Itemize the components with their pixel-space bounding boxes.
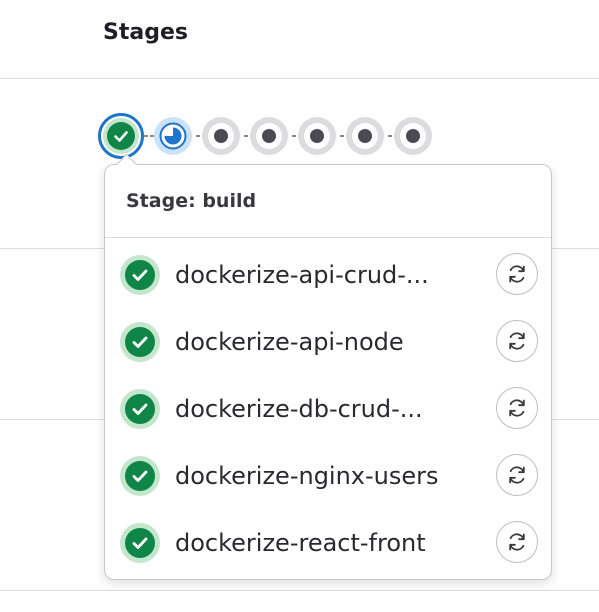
job-name[interactable]: dockerize-db-crud-... xyxy=(175,395,423,423)
pending-icon xyxy=(310,129,324,143)
success-status-icon xyxy=(120,456,160,496)
success-status-icon xyxy=(120,255,160,295)
retry-job-button[interactable] xyxy=(496,454,538,496)
stage-7-button[interactable] xyxy=(390,113,436,159)
stage-3-button[interactable] xyxy=(198,113,244,159)
stage-jobs-popover: Stage: build dockerize-api-crud-... dock… xyxy=(104,153,552,580)
stage-2-button[interactable] xyxy=(150,113,196,159)
check-circle-icon xyxy=(107,122,135,150)
retry-icon xyxy=(509,399,525,417)
row-divider xyxy=(0,590,599,591)
retry-job-button[interactable] xyxy=(496,521,538,563)
retry-job-button[interactable] xyxy=(496,387,538,429)
success-status-icon xyxy=(120,322,160,362)
pending-icon xyxy=(406,129,420,143)
job-name[interactable]: dockerize-api-crud-... xyxy=(175,261,429,289)
popover-title-label: Stage: xyxy=(126,190,196,212)
job-row[interactable]: dockerize-nginx-users xyxy=(105,448,551,504)
row-divider xyxy=(0,78,599,79)
retry-job-button[interactable] xyxy=(496,253,538,295)
pending-icon xyxy=(214,129,228,143)
retry-icon xyxy=(509,533,525,551)
retry-icon xyxy=(509,332,525,350)
retry-job-button[interactable] xyxy=(496,320,538,362)
job-name[interactable]: dockerize-react-front xyxy=(175,529,426,557)
job-name[interactable]: dockerize-nginx-users xyxy=(175,462,439,490)
stage-5-button[interactable] xyxy=(294,113,340,159)
pending-icon xyxy=(262,129,276,143)
running-icon xyxy=(159,122,187,150)
pending-icon xyxy=(358,129,372,143)
popover-title: Stage: build xyxy=(126,190,256,212)
success-status-icon xyxy=(120,523,160,563)
job-row[interactable]: dockerize-react-front xyxy=(105,515,551,571)
success-status-icon xyxy=(120,389,160,429)
job-row[interactable]: dockerize-db-crud-... xyxy=(105,381,551,437)
stage-4-button[interactable] xyxy=(246,113,292,159)
pipeline-mini-graph xyxy=(98,113,438,159)
stage-6-button[interactable] xyxy=(342,113,388,159)
job-name[interactable]: dockerize-api-node xyxy=(175,328,404,356)
job-row[interactable]: dockerize-api-crud-... xyxy=(105,247,551,303)
retry-icon xyxy=(509,466,525,484)
stage-build-button[interactable] xyxy=(98,113,144,159)
popover-stage-name: build xyxy=(202,190,257,212)
job-row[interactable]: dockerize-api-node xyxy=(105,314,551,370)
stages-column-title: Stages xyxy=(103,20,188,45)
popover-divider xyxy=(105,237,551,238)
retry-icon xyxy=(509,265,525,283)
